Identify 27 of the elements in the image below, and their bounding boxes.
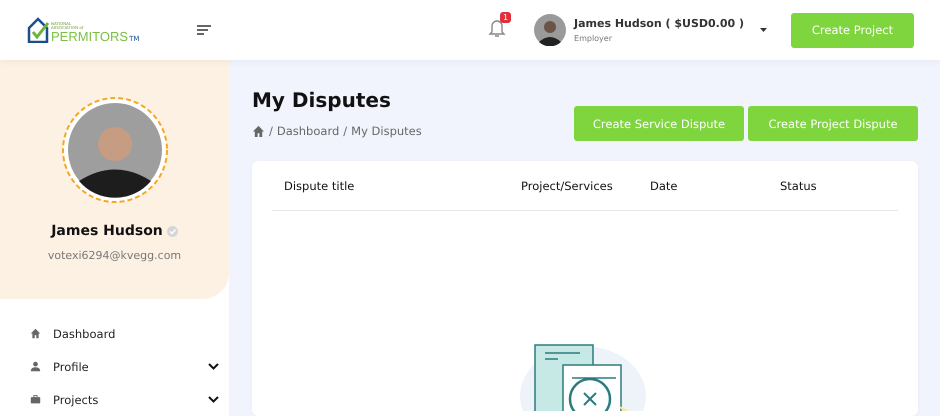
column-header: Project/Services [521,178,614,192]
breadcrumb-separator: / [269,124,273,138]
breadcrumb-separator: / [343,124,348,138]
sidebar-item[interactable]: Profile [0,356,229,377]
house-check-icon [27,17,49,43]
caret-icon[interactable] [760,28,767,32]
sidebar-item[interactable]: Projects [0,389,229,410]
profile-name: James Hudson [51,223,163,239]
profile-email: votexi6294@kvegg.com [48,249,182,262]
column-header: Status [780,178,818,192]
breadcrumb-item[interactable]: Dashboard [276,124,340,138]
breadcrumb-item: My Disputes [351,124,422,138]
briefcase-icon [30,394,41,405]
page-title: My Disputes [252,88,392,112]
column-header: Dispute title [284,178,356,192]
sidebar-item[interactable]: Dashboard [0,323,229,344]
avatar [534,14,566,46]
home-icon [30,328,41,339]
column-header: Date [650,178,678,192]
user-role: Employer [574,34,614,43]
logo-name: PERMITORS [51,30,128,43]
home-icon[interactable] [252,125,265,137]
notification-badge: 1 [500,12,512,23]
user-icon [30,361,41,372]
user-name[interactable]: James Hudson ( $USD0.00 ) [574,17,752,30]
menu-icon[interactable] [197,25,211,35]
bell-icon[interactable] [488,18,506,38]
